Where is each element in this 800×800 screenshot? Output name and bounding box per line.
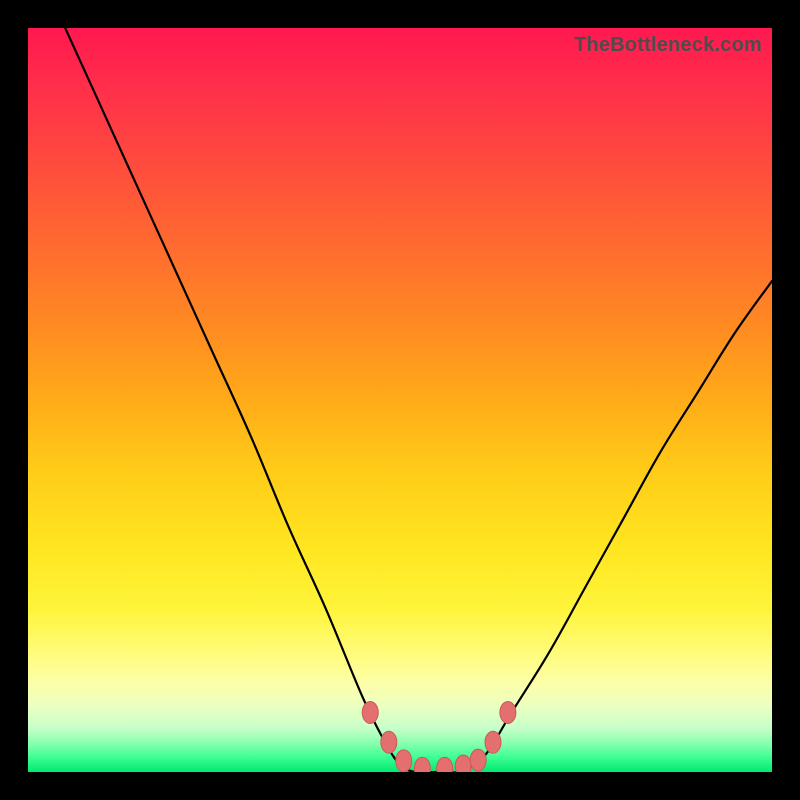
curve-marker [500,701,516,723]
curve-marker [381,731,397,753]
curve-markers [362,701,516,772]
curve-marker [396,750,412,772]
curve-marker [485,731,501,753]
curve-marker [470,749,486,771]
plot-area: TheBottleneck.com [28,28,772,772]
curve-marker [455,755,471,772]
curve-marker [414,757,430,772]
curve-marker [437,757,453,772]
bottleneck-curve-path [65,28,772,772]
curve-marker [362,701,378,723]
chart-frame: TheBottleneck.com [0,0,800,800]
bottleneck-curve-svg [28,28,772,772]
